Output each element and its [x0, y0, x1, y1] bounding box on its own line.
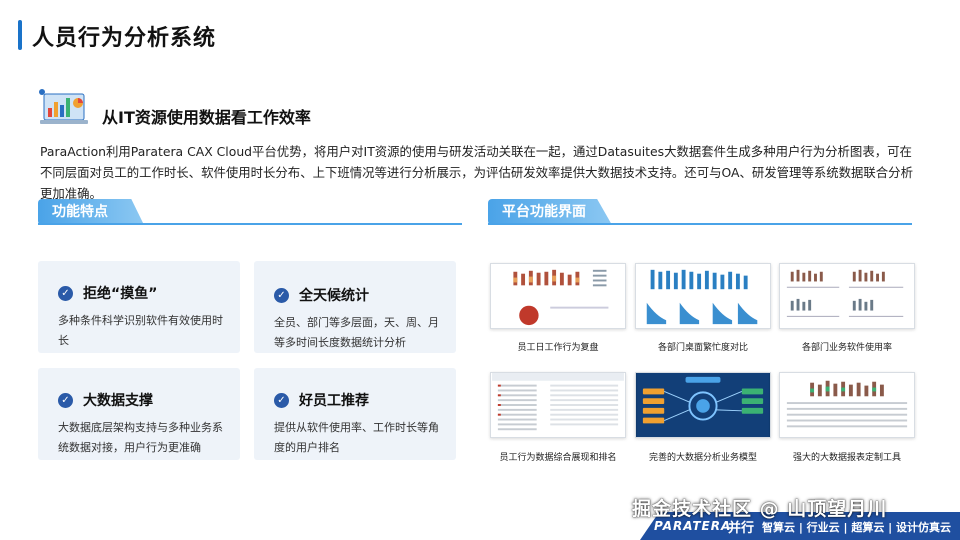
- screenshot-caption: 完善的大数据分析业务模型: [648, 453, 757, 463]
- check-icon: ✓: [58, 392, 73, 408]
- screenshot-thumbnail: [490, 372, 626, 438]
- feature-card: ✓ 拒绝“摸鱼” 多种条件科学识别软件有效使用时长: [38, 261, 240, 353]
- feature-card: ✓ 好员工推荐 提供从软件使用率、工作时长等角度的用户排名: [254, 368, 456, 460]
- analytics-illustration-icon: [36, 84, 92, 132]
- feature-body: 提供从软件使用率、工作时长等角度的用户排名: [274, 421, 439, 454]
- screenshot-caption: 强大的大数据报表定制工具: [792, 453, 901, 463]
- footer-tagline: 智算云 | 行业云 | 超算云 | 设计仿真云: [762, 521, 952, 534]
- screenshot-caption: 各部门业务软件使用率: [801, 343, 892, 353]
- feature-body: 大数据底层架构支持与多种业务系统数据对接，用户行为更准确: [58, 421, 223, 454]
- tab-platform-label: 平台功能界面: [502, 204, 586, 220]
- feature-title: 全天候统计: [299, 288, 369, 304]
- feature-title: 大数据支撑: [83, 393, 153, 409]
- check-icon: ✓: [274, 392, 289, 408]
- feature-title: 拒绝“摸鱼”: [83, 286, 158, 302]
- feature-body: 多种条件科学识别软件有效使用时长: [58, 314, 223, 347]
- feature-card: ✓ 全天候统计 全员、部门等多层面，天、周、月等多时间长度数据统计分析: [254, 261, 456, 353]
- section-description: ParaAction利用Paratera CAX Cloud平台优势，将用户对I…: [40, 144, 913, 201]
- screenshot-thumbnail: [635, 263, 771, 329]
- screenshot-thumbnail: [779, 372, 915, 438]
- brand-logo: PARATERA: [654, 519, 732, 533]
- screenshot-thumbnail: [635, 372, 771, 438]
- screenshot-caption: 员工日工作行为复盘: [517, 343, 599, 353]
- section-title: 从IT资源使用数据看工作效率: [102, 108, 311, 127]
- screenshot-caption: 各部门桌面繁忙度对比: [657, 343, 748, 353]
- tab-platform: 平台功能界面: [488, 199, 612, 225]
- tab-features: 功能特点: [38, 199, 144, 225]
- features-divider: [38, 223, 462, 225]
- page-title: 人员行为分析系统: [32, 26, 217, 51]
- check-icon: ✓: [58, 285, 73, 301]
- feature-card: ✓ 大数据支撑 大数据底层架构支持与多种业务系统数据对接，用户行为更准确: [38, 368, 240, 460]
- screenshot-thumbnail: [490, 263, 626, 329]
- screenshot-caption: 员工行为数据综合展现和排名: [499, 453, 617, 463]
- watermark: 掘金技术社区 @ 山顶望月川: [632, 498, 888, 520]
- feature-title: 好员工推荐: [299, 393, 369, 409]
- feature-body: 全员、部门等多层面，天、周、月等多时间长度数据统计分析: [274, 316, 439, 349]
- tab-features-label: 功能特点: [52, 204, 108, 220]
- title-accent-bar: [18, 20, 22, 50]
- screenshot-thumbnail: [779, 263, 915, 329]
- platform-divider: [488, 223, 912, 225]
- check-icon: ✓: [274, 287, 289, 303]
